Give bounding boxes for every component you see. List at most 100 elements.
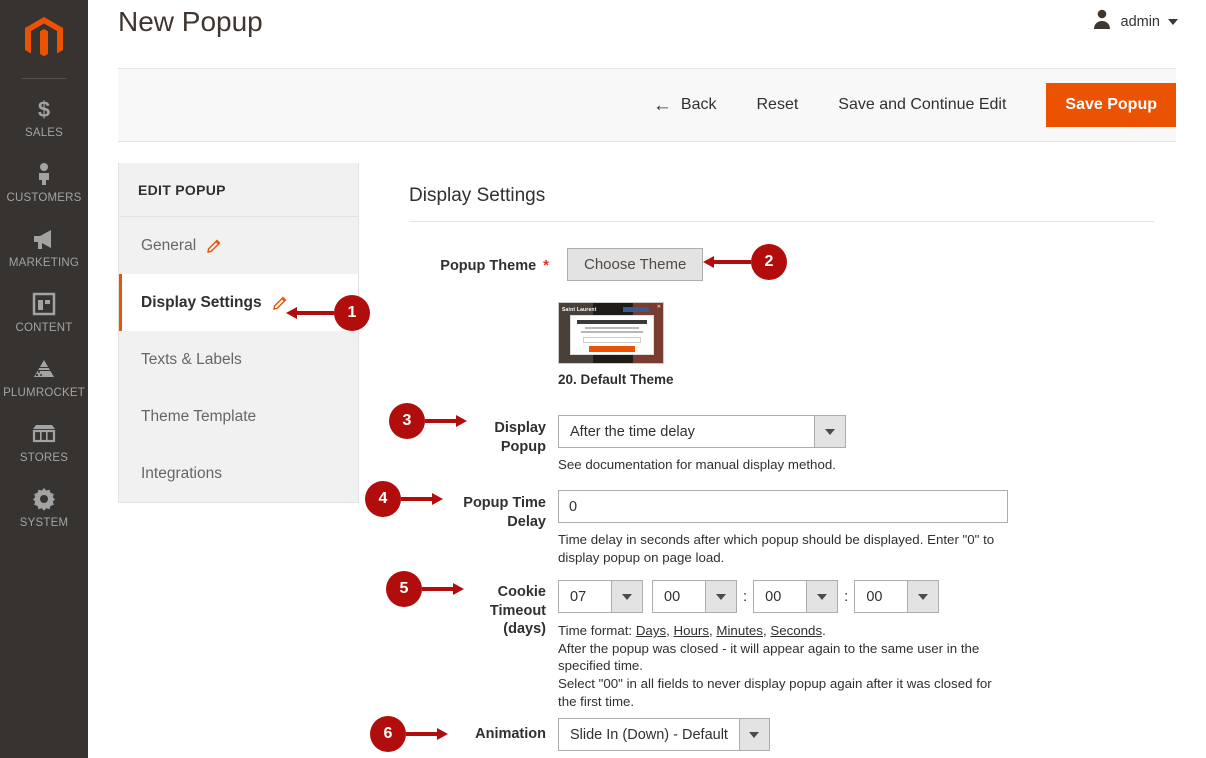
sidebar-item-content[interactable]: CONTENT: [0, 280, 88, 345]
arrow-right-icon: [425, 415, 467, 427]
callout-badge-number: 6: [370, 716, 406, 752]
cookie-timeout-days-select[interactable]: 07: [558, 580, 643, 613]
sidebar-item-stores[interactable]: STORES: [0, 410, 88, 475]
callout-1: 1: [286, 295, 370, 331]
admin-user-menu[interactable]: admin: [1091, 8, 1178, 35]
sidebar-item-plumrocket[interactable]: PLUMROCKET: [0, 345, 88, 410]
section-title: Display Settings: [409, 185, 1154, 222]
dollar-icon: $: [0, 94, 88, 124]
save-and-continue-label: Save and Continue Edit: [838, 96, 1007, 113]
chevron-down-icon[interactable]: [705, 581, 736, 612]
callout-6: 6: [370, 716, 448, 752]
display-popup-row: Display Popup After the time delay See d…: [409, 415, 1029, 474]
chevron-down-icon: [1168, 18, 1178, 25]
cookie-note-prefix: Time format:: [558, 623, 636, 638]
cookie-timeout-label-line1: Cookie: [497, 584, 546, 600]
nav-item-label: Theme Template: [141, 407, 257, 425]
cookie-timeout-row: Cookie Timeout (days) 07 00 : 00 : 00 Ti…: [409, 580, 1049, 710]
save-popup-button[interactable]: Save Popup: [1046, 83, 1176, 127]
cookie-timeout-label-line2: Timeout: [489, 602, 546, 619]
nav-item-texts-labels[interactable]: Texts & Labels: [119, 331, 358, 388]
page-actions-toolbar: ← Back Reset Save and Continue Edit Save…: [118, 68, 1176, 142]
nav-item-general[interactable]: General: [119, 217, 358, 274]
sidebar-item-label: SYSTEM: [19, 517, 69, 529]
admin-user-label: admin: [1120, 13, 1161, 30]
choose-theme-button[interactable]: Choose Theme: [567, 248, 704, 281]
thumb-modal-subline-2: [581, 331, 643, 333]
reset-button[interactable]: Reset: [757, 96, 799, 114]
nav-item-theme-template[interactable]: Theme Template: [119, 388, 358, 445]
chevron-down-icon[interactable]: [806, 581, 838, 612]
animation-row: Animation Slide In (Down) - Default: [409, 718, 929, 751]
theme-thumbnail-label: 20. Default Theme: [558, 372, 674, 387]
pencil-icon[interactable]: [207, 238, 222, 253]
cookie-timeout-hours-select[interactable]: 00: [652, 580, 737, 613]
nav-item-integrations[interactable]: Integrations: [119, 445, 358, 502]
thumb-nav-pill: [623, 307, 649, 312]
callout-5: 5: [386, 571, 464, 607]
sidebar-item-label: CONTENT: [15, 322, 73, 334]
arrow-left-icon: ←: [652, 94, 672, 116]
cookie-timeout-label-line3: (days): [503, 621, 546, 638]
callout-badge-number: 3: [389, 403, 425, 439]
callout-3: 3: [389, 403, 467, 439]
cookie-note-days: Days: [635, 623, 667, 638]
chevron-down-icon[interactable]: [814, 416, 845, 447]
sidebar-item-label: CUSTOMERS: [6, 192, 82, 204]
cookie-note-seconds: Seconds: [770, 623, 823, 638]
chevron-down-icon[interactable]: [738, 719, 769, 750]
page-title: New Popup: [118, 6, 263, 37]
rail-divider: [22, 78, 66, 79]
cookie-timeout-note: Time format: Days, Hours, Minutes, Secon…: [558, 623, 992, 709]
cookie-note-hours: Hours: [673, 623, 709, 638]
chevron-down-icon[interactable]: [907, 581, 939, 612]
chevron-down-icon[interactable]: [611, 581, 642, 612]
thumb-modal-subline-1: [585, 327, 639, 329]
sidebar-item-label: PLUMROCKET: [3, 387, 85, 399]
sidebar-item-system[interactable]: SYSTEM: [0, 475, 88, 540]
popup-theme-label-wrap: Popup Theme *: [409, 248, 549, 276]
svg-text:$: $: [38, 97, 50, 121]
magento-logo-icon[interactable]: [0, 0, 88, 78]
user-avatar-icon: [1091, 8, 1113, 35]
callout-badge-number: 1: [334, 295, 370, 331]
megaphone-icon: [0, 224, 88, 254]
sidebar-item-customers[interactable]: CUSTOMERS: [0, 150, 88, 215]
display-popup-note: See documentation for manual display met…: [558, 457, 836, 472]
callout-4: 4: [365, 481, 443, 517]
cookie-timeout-days-value: 07: [570, 588, 587, 605]
admin-sidebar: $ SALES CUSTOMERS MARKETING CONTENT PLUM…: [0, 0, 88, 758]
cookie-note-minutes: Minutes: [716, 623, 763, 638]
nav-item-label: Integrations: [141, 464, 222, 482]
animation-select[interactable]: Slide In (Down) - Default: [558, 718, 770, 751]
arrow-left-icon: [286, 307, 334, 319]
popup-time-delay-input[interactable]: [558, 490, 1008, 523]
thumb-modal-email-input: [583, 337, 641, 343]
edit-nav-title: EDIT POPUP: [119, 163, 358, 217]
save-and-continue-button[interactable]: Save and Continue Edit: [838, 96, 1006, 114]
plumrocket-icon: [0, 354, 88, 384]
thumb-modal-submit-button: [589, 346, 635, 352]
callout-badge-number: 2: [751, 244, 787, 280]
person-icon: [0, 159, 88, 189]
arrow-right-icon: [401, 493, 443, 505]
back-button[interactable]: ← Back: [653, 96, 717, 115]
callout-badge-number: 5: [386, 571, 422, 607]
popup-time-delay-label-line2: Delay: [507, 513, 546, 530]
popup-theme-row: Popup Theme * Choose Theme: [409, 248, 929, 281]
edit-popup-nav: EDIT POPUP General Display Settings Text…: [118, 163, 359, 503]
arrow-right-icon: [422, 583, 464, 595]
cookie-timeout-minutes-select[interactable]: 00: [753, 580, 839, 613]
display-popup-select[interactable]: After the time delay: [558, 415, 846, 448]
arrow-right-icon: [406, 728, 448, 740]
display-settings-panel: Display Settings: [409, 185, 1169, 222]
sidebar-item-marketing[interactable]: MARKETING: [0, 215, 88, 280]
theme-thumbnail-image[interactable]: Saint Laurent ✕: [558, 302, 664, 364]
display-popup-label-line2: Popup: [500, 438, 546, 455]
sidebar-item-sales[interactable]: $ SALES: [0, 85, 88, 150]
page-header: New Popup admin: [88, 0, 1206, 57]
popup-time-delay-row: Popup Time Delay Time delay in seconds a…: [409, 490, 1029, 566]
cookie-timeout-seconds-select[interactable]: 00: [854, 580, 940, 613]
display-popup-label-line1: Display: [494, 420, 546, 436]
nav-item-label: Display Settings: [141, 293, 262, 311]
